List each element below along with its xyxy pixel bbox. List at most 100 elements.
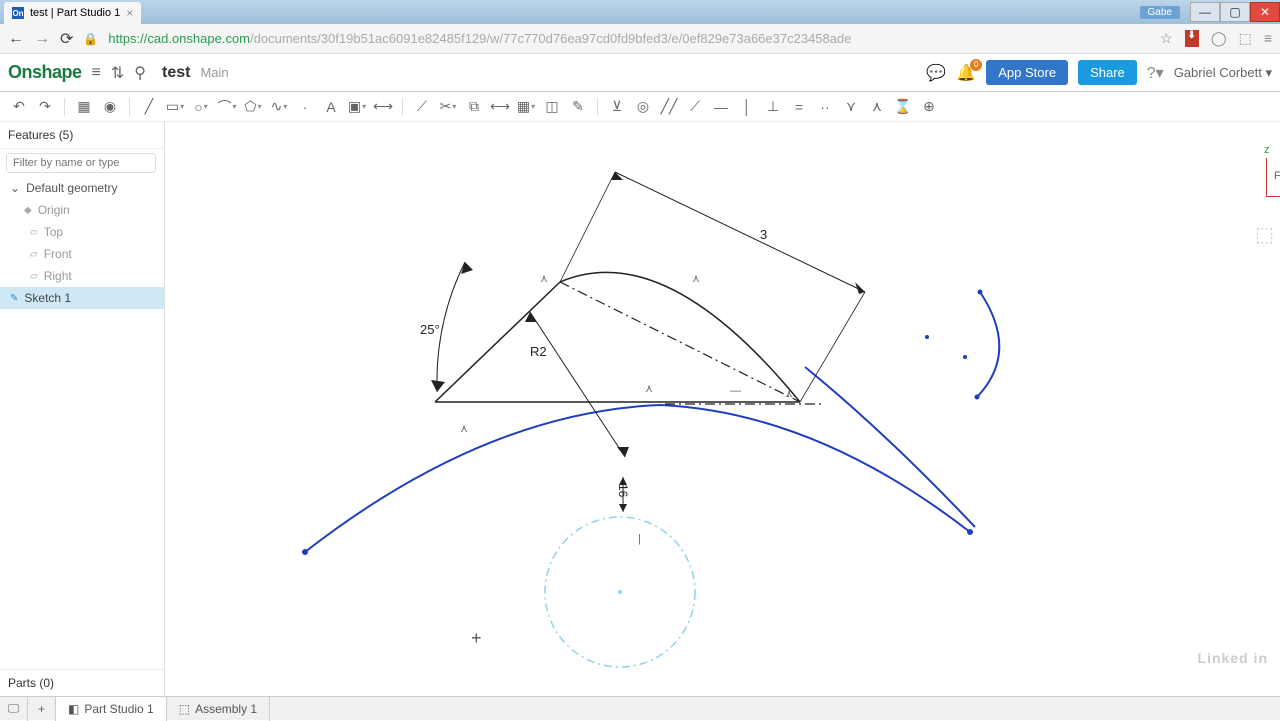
window-close-icon[interactable]: ✕ (1250, 2, 1280, 22)
svg-text:⋏: ⋏ (692, 273, 700, 285)
assembly-icon: ⬚ (179, 702, 190, 716)
concentric-icon[interactable]: ◎ (632, 96, 654, 118)
browser-address-bar: ← → ⟳ 🔒 https://cad.onshape.com/document… (0, 24, 1280, 54)
add-tab-icon[interactable]: + (28, 697, 56, 721)
spline-1 (305, 405, 970, 552)
tangent-icon[interactable]: ⟋ (684, 96, 706, 118)
offset-icon[interactable]: ⧉ (463, 96, 485, 118)
mirror-icon[interactable]: ⟷ (489, 96, 511, 118)
graphics-area[interactable]: ⋏ ⋏ ⋏ — ⋏ ⋏ | + 3 25° R2 16 z Front x ⬚ … (165, 122, 1280, 696)
svg-text:—: — (730, 385, 741, 397)
view-cube-icon[interactable]: ⬚ (1255, 222, 1274, 247)
reload-icon[interactable]: ⟳ (60, 29, 73, 49)
tab-assembly[interactable]: ⬚Assembly 1 (167, 697, 270, 721)
notifications-icon[interactable]: 🔔0 (956, 63, 976, 83)
symmetric-icon[interactable]: ⌛ (892, 96, 914, 118)
transform-icon[interactable]: ◫ (541, 96, 563, 118)
window-minimize-icon[interactable]: — (1190, 2, 1220, 22)
tree-plane-right[interactable]: ▱Right (0, 265, 164, 287)
chrome-user-chip[interactable]: Gabe (1140, 6, 1180, 19)
use-icon[interactable]: ✎ (567, 96, 589, 118)
rectangle-icon[interactable]: ▭ (164, 96, 186, 118)
pattern-icon[interactable]: ▦ (515, 96, 537, 118)
spline-icon[interactable]: ∿ (268, 96, 290, 118)
back-icon[interactable]: ← (8, 30, 24, 48)
menu-icon[interactable]: ≡ (92, 64, 101, 82)
normal-icon[interactable]: ⋎ (840, 96, 862, 118)
favicon: On (12, 7, 24, 19)
arc-icon[interactable]: ⌒ (216, 96, 238, 118)
dim-angle[interactable]: 25° (420, 322, 440, 337)
star-icon[interactable]: ☆ (1160, 30, 1173, 47)
user-menu[interactable]: Gabriel Corbett ▾ (1174, 65, 1272, 81)
midpoint-icon[interactable]: ·· (814, 96, 836, 118)
svg-text:⋏: ⋏ (785, 388, 793, 400)
dimension-icon[interactable]: ⟷ (372, 96, 394, 118)
svg-text:⋏: ⋏ (540, 273, 548, 285)
url-field[interactable]: https://cad.onshape.com/documents/30f19b… (108, 31, 851, 46)
feature-filter-input[interactable] (6, 153, 156, 173)
sketch-icon[interactable]: ▦ (73, 96, 95, 118)
config-icon[interactable]: ⚲ (134, 63, 146, 83)
perpendicular-icon[interactable]: ⊥ (762, 96, 784, 118)
parallel-icon[interactable]: ╱╱ (658, 96, 680, 118)
profile-icon[interactable]: ◯ (1211, 30, 1227, 47)
construction-icon[interactable]: ▣ (346, 96, 368, 118)
display-icon[interactable]: 🖵 (0, 697, 28, 721)
app-store-button[interactable]: App Store (986, 60, 1068, 85)
svg-text:⋏: ⋏ (460, 423, 468, 435)
sketch-svg: ⋏ ⋏ ⋏ — ⋏ ⋏ | + (165, 122, 1280, 692)
tree-sketch-1[interactable]: ✎Sketch 1 (0, 287, 164, 309)
browser-tab[interactable]: On test | Part Studio 1 × (4, 2, 141, 24)
tree-plane-front[interactable]: ▱Front (0, 243, 164, 265)
fillet-icon[interactable]: ⟋ (411, 96, 433, 118)
pdf-icon[interactable]: ⬇ (1185, 30, 1199, 47)
document-branch: Main (200, 65, 228, 80)
onshape-logo[interactable]: Onshape (8, 62, 82, 83)
browser-titlebar: On test | Part Studio 1 × Gabe — ▢ ✕ (0, 0, 1280, 24)
line-left (435, 282, 560, 402)
dim-length[interactable]: 3 (760, 227, 767, 242)
line-icon[interactable]: ╱ (138, 96, 160, 118)
pierce-icon[interactable]: ⋏ (866, 96, 888, 118)
extensions-icon[interactable]: ⬚ (1239, 30, 1252, 47)
vertical-icon[interactable]: │ (736, 96, 758, 118)
dim-16[interactable]: 16 (616, 484, 630, 497)
menu-icon[interactable]: ≡ (1264, 30, 1272, 47)
coincident-icon[interactable]: ⊻ (606, 96, 628, 118)
undo-icon[interactable]: ↶ (8, 96, 30, 118)
text-icon[interactable]: A (320, 96, 342, 118)
tree-plane-top[interactable]: ▱Top (0, 221, 164, 243)
redo-icon[interactable]: ↷ (34, 96, 56, 118)
extrude-icon[interactable]: ◉ (99, 96, 121, 118)
linkedin-badge: Linked in (1198, 650, 1268, 666)
arc-right (977, 292, 999, 397)
tab-part-studio[interactable]: ◧Part Studio 1 (56, 697, 167, 721)
polygon-icon[interactable]: ⬠ (242, 96, 264, 118)
equal-icon[interactable]: = (788, 96, 810, 118)
window-maximize-icon[interactable]: ▢ (1220, 2, 1250, 22)
tree-icon[interactable]: ⇅ (111, 63, 124, 83)
fix-icon[interactable]: ⊕ (918, 96, 940, 118)
tab-close-icon[interactable]: × (126, 6, 133, 20)
features-header: Features (5) (0, 122, 164, 149)
chat-icon[interactable]: 💬 (926, 63, 946, 83)
tree-origin[interactable]: ◆Origin (0, 199, 164, 221)
forward-icon: → (34, 30, 50, 48)
sketch-toolbar: ↶ ↷ ▦ ◉ ╱ ▭ ○ ⌒ ⬠ ∿ · A ▣ ⟷ ⟋ ✂ ⧉ ⟷ ▦ ◫ … (0, 92, 1280, 122)
tab-bar: 🖵 + ◧Part Studio 1 ⬚Assembly 1 (0, 696, 1280, 720)
point-icon[interactable]: · (294, 96, 316, 118)
dim-radius[interactable]: R2 (530, 344, 547, 359)
document-name[interactable]: test (162, 64, 190, 82)
tree-default-geometry[interactable]: ⌄Default geometry (0, 177, 164, 199)
svg-text:|: | (638, 533, 641, 545)
cursor-cross: + (471, 628, 482, 648)
share-button[interactable]: Share (1078, 60, 1137, 85)
features-panel: Features (5) ⌄Default geometry ◆Origin ▱… (0, 122, 165, 696)
circle-icon[interactable]: ○ (190, 96, 212, 118)
part-studio-icon: ◧ (68, 702, 79, 716)
trim-icon[interactable]: ✂ (437, 96, 459, 118)
tab-title: test | Part Studio 1 (30, 7, 120, 19)
help-icon[interactable]: ?▾ (1147, 63, 1164, 83)
horizontal-icon[interactable]: — (710, 96, 732, 118)
